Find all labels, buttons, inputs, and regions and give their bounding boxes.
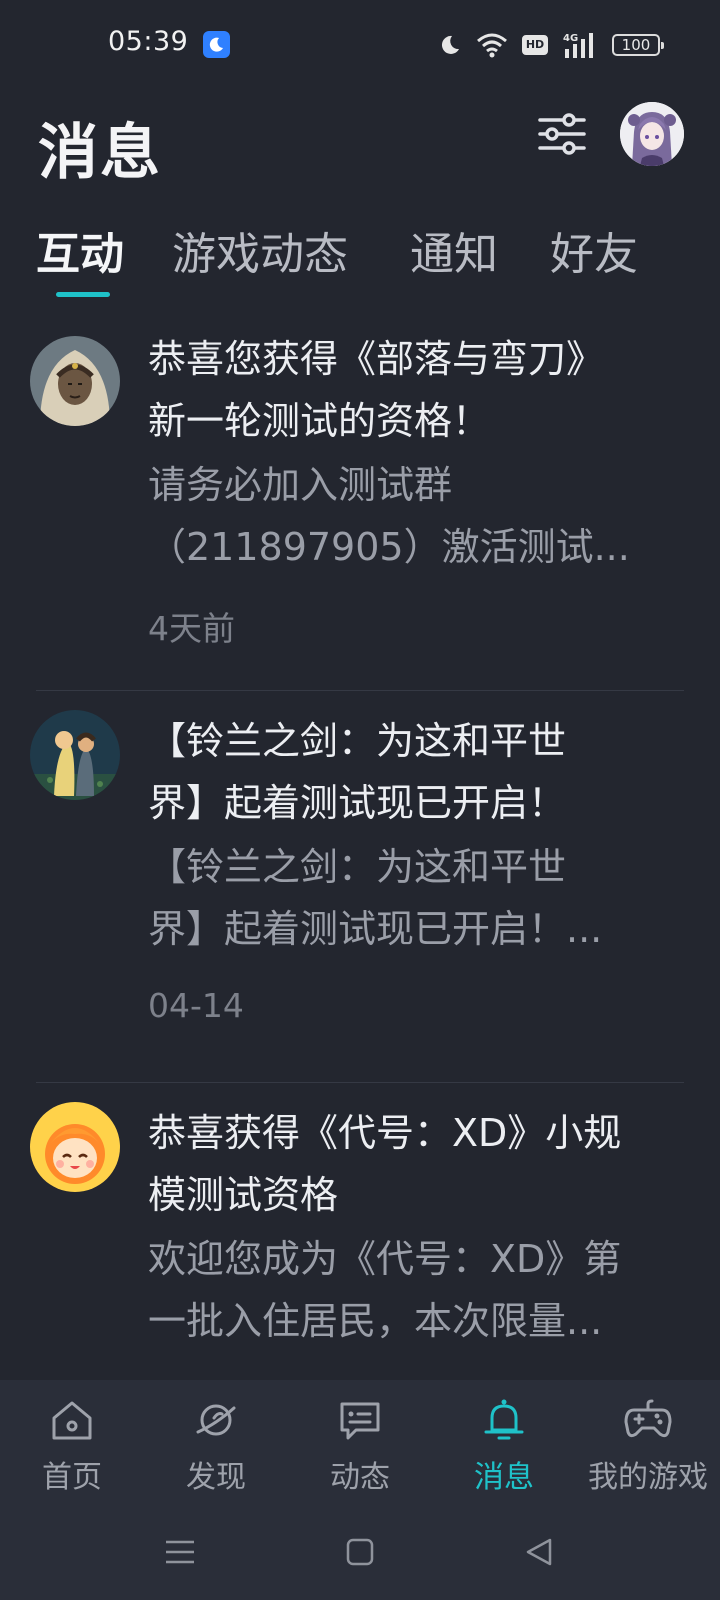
message-item[interactable]: 恭喜您获得《部落与弯刀》 新一轮测试的资格！ 请务必加入测试群 （2118979… <box>0 318 720 690</box>
message-time: 04-14 <box>148 986 244 1025</box>
divider <box>36 690 684 691</box>
user-avatar[interactable] <box>620 102 684 166</box>
warrior-portrait-icon <box>30 336 120 426</box>
message-title: 恭喜获得《代号：XD》小规 模测试资格 <box>148 1111 622 1217</box>
tab-bar: 互动 游戏动态 通知 好友 <box>0 218 720 298</box>
page-title: 消息 <box>38 118 162 188</box>
wifi-icon <box>476 32 508 58</box>
game-avatar <box>30 336 120 426</box>
night-scene-portrait-icon <box>30 710 120 800</box>
nav-feed[interactable]: 动态 <box>288 1380 432 1502</box>
nav-discover[interactable]: 发现 <box>144 1380 288 1502</box>
battery-icon: 100 <box>612 34 664 56</box>
active-tab-indicator <box>56 292 110 297</box>
nav-home[interactable]: 首页 <box>0 1380 144 1502</box>
tab-friends[interactable]: 好友 <box>550 218 638 282</box>
battery-level: 100 <box>612 34 664 56</box>
tab-notifications[interactable]: 通知 <box>410 218 498 282</box>
tab-interactions[interactable]: 互动 <box>36 218 124 282</box>
anime-character-avatar-icon <box>620 102 684 166</box>
message-item[interactable]: 恭喜获得《代号：XD》小规 模测试资格 欢迎您成为《代号：XD》第 一批入住居民… <box>0 1102 720 1380</box>
game-avatar <box>30 1102 120 1192</box>
message-preview: 请务必加入测试群 （211897905）激活测试... <box>148 463 630 569</box>
home-square-icon[interactable] <box>340 1532 380 1572</box>
signal-icon: 4G <box>562 31 598 59</box>
filter-button[interactable] <box>536 108 588 160</box>
gamepad-icon <box>624 1399 672 1438</box>
planet-icon <box>196 1404 236 1436</box>
divider <box>36 1082 684 1083</box>
system-navigation-bar <box>0 1502 720 1600</box>
bell-icon <box>484 1399 524 1440</box>
hd-icon: HD <box>522 35 548 55</box>
home-icon <box>52 1401 92 1440</box>
back-triangle-icon[interactable] <box>520 1532 560 1572</box>
dnd-moon-icon <box>203 31 230 58</box>
moon-icon <box>438 33 462 57</box>
svg-text:4G: 4G <box>563 33 578 44</box>
chat-card-icon <box>340 1402 380 1440</box>
message-time: 4天前 <box>148 609 235 648</box>
game-avatar <box>30 710 120 800</box>
status-time: 05:39 <box>108 26 189 57</box>
bottom-navigation: 首页 发现 动态 消息 我的游戏 <box>0 1380 720 1502</box>
message-title: 恭喜您获得《部落与弯刀》 新一轮测试的资格！ <box>148 337 605 443</box>
message-list[interactable]: 恭喜您获得《部落与弯刀》 新一轮测试的资格！ 请务必加入测试群 （2118979… <box>0 318 720 1380</box>
message-preview: 欢迎您成为《代号：XD》第 一批入住居民，本次限量... <box>148 1237 622 1343</box>
status-icons: HD 4G 100 <box>424 30 664 60</box>
sliders-icon <box>538 113 586 155</box>
nav-my-games[interactable]: 我的游戏 <box>576 1380 720 1502</box>
menu-icon[interactable] <box>160 1532 200 1572</box>
cartoon-girl-portrait-icon <box>30 1102 120 1192</box>
status-bar: 05:39 HD 4G 100 <box>0 0 720 92</box>
message-item[interactable]: 【铃兰之剑：为这和平世 界】起着测试现已开启！ 【铃兰之剑：为这和平世 界】起着… <box>0 710 720 1082</box>
message-preview: 【铃兰之剑：为这和平世 界】起着测试现已开启！... <box>148 845 603 951</box>
tab-game-updates[interactable]: 游戏动态 <box>172 218 348 282</box>
nav-messages[interactable]: 消息 <box>432 1380 576 1502</box>
message-title: 【铃兰之剑：为这和平世 界】起着测试现已开启！ <box>148 719 567 825</box>
